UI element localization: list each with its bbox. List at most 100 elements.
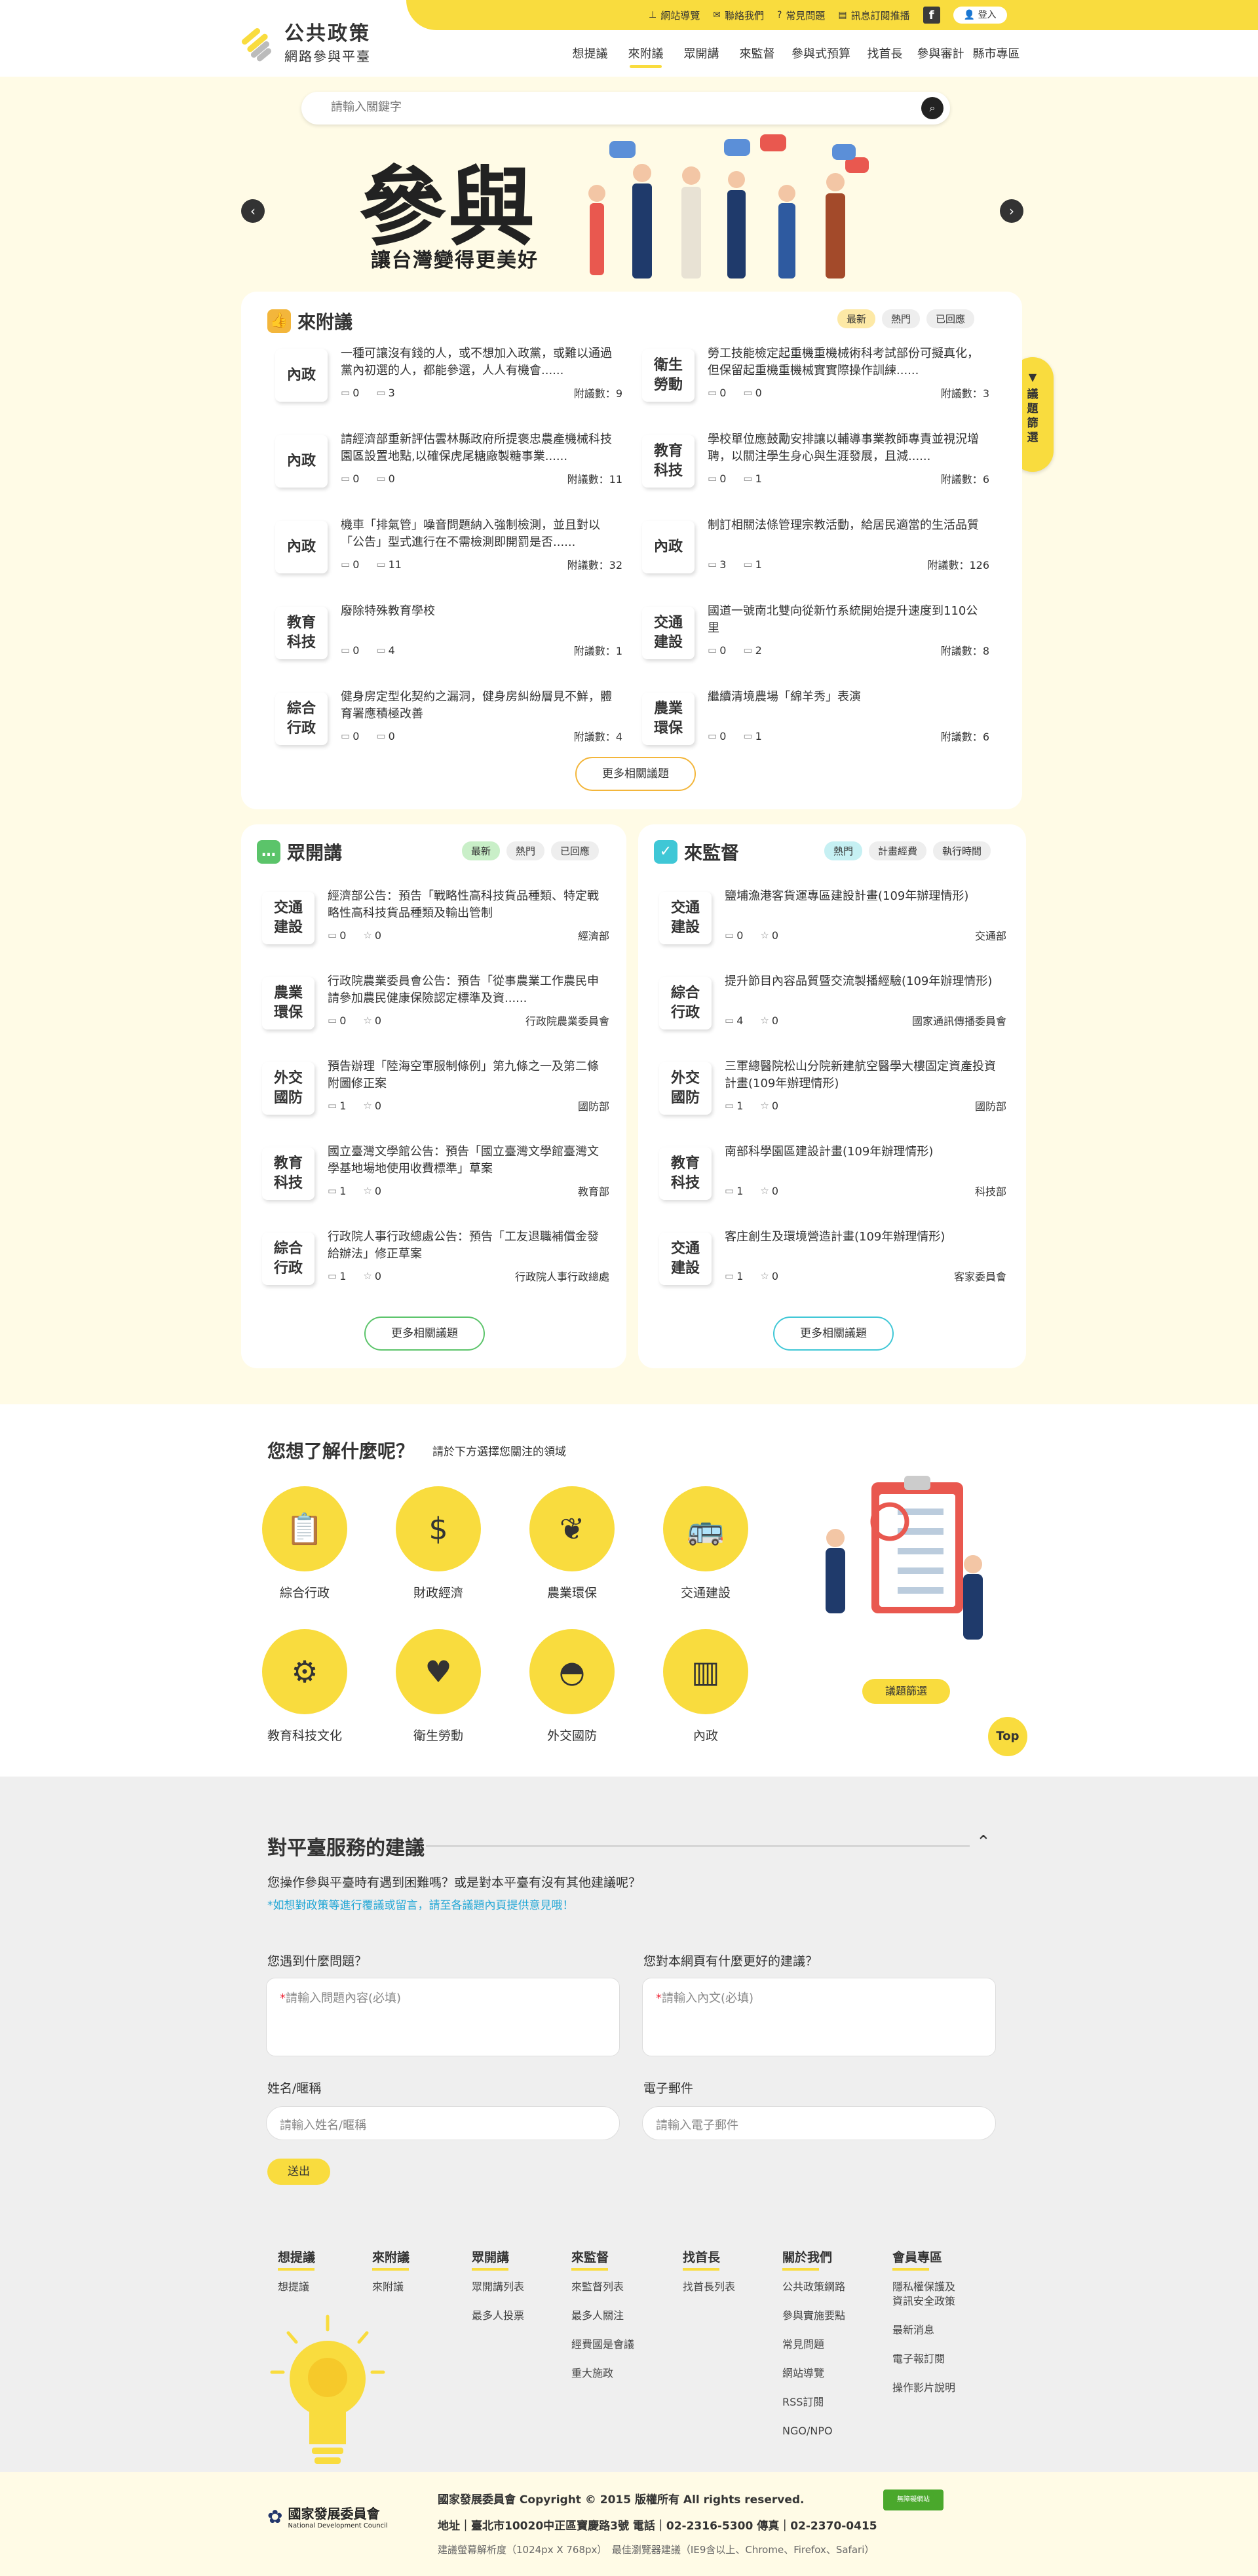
login-button[interactable]: 👤 登入 bbox=[953, 7, 1007, 24]
finance-chart-icon[interactable]: $ bbox=[396, 1486, 481, 1571]
list-item[interactable]: 衛生勞動 勞工技能檢定起重機重機械術科考試部份可擬真化，但保留起重機重機械實實際… bbox=[642, 345, 989, 411]
footer-heading[interactable]: 眾開講 bbox=[472, 2248, 563, 2271]
list-item[interactable]: 教育科技 南部科學園區建設計畫(109年辦理情形) ▭ 1 ☆ 0 科技部 bbox=[659, 1144, 1006, 1209]
topic-filter-button[interactable]: 議題篩選 bbox=[862, 1679, 950, 1704]
list-item[interactable]: 內政 機車「排氣管」噪音問題納入強制檢測，並且對以「公告」型式進行在不需檢測即開… bbox=[275, 517, 622, 583]
zhong-filter-latest[interactable]: 最新 bbox=[462, 841, 501, 860]
helmet-icon[interactable]: ◓ bbox=[529, 1629, 615, 1714]
subscribe-link[interactable]: ▤ 訊息訂閱推播 bbox=[838, 7, 909, 24]
footer-link[interactable]: 找首長列表 bbox=[683, 2280, 774, 2294]
hero-next-button[interactable]: › bbox=[1000, 199, 1023, 223]
jiandu-filter-hot[interactable]: 熱門 bbox=[824, 841, 863, 860]
item-title[interactable]: 三軍總醫院松山分院新建航空醫學大樓固定資產投資計畫(109年辦理情形) bbox=[725, 1058, 1006, 1092]
list-item[interactable]: 教育科技 學校單位應鼓勵安排讓以輔導事業教師專責並視況增聘，以關注學生身心與生涯… bbox=[642, 431, 989, 497]
item-title[interactable]: 廢除特殊教育學校 bbox=[341, 603, 622, 620]
topic-item[interactable]: $ 財政經濟 bbox=[389, 1486, 487, 1601]
item-title[interactable]: 行政院農業委員會公告：預告「從事農業工作農民申請參加農民健康保險認定標準及資..… bbox=[328, 973, 609, 1007]
list-item[interactable]: 綜合行政 行政院人事行政總處公告：預告「工友退職補償金發給辦法」修正草案 ▭ 1 … bbox=[262, 1229, 609, 1294]
search-input[interactable] bbox=[331, 100, 855, 114]
jiandu-filter-time[interactable]: 執行時間 bbox=[933, 841, 991, 860]
footer-link[interactable]: 最新消息 bbox=[892, 2323, 964, 2337]
contact-link[interactable]: ✉ 聯絡我們 bbox=[713, 7, 764, 24]
sitemap-link[interactable]: ⊥ 網站導覽 bbox=[649, 7, 700, 24]
collapse-chevron-icon[interactable]: ⌃ bbox=[976, 1832, 991, 1852]
list-item[interactable]: 教育科技 國立臺灣文學館公告：預告「國立臺灣文學館臺灣文學基地場地使用收費標準」… bbox=[262, 1144, 609, 1209]
building-icon[interactable]: ▥ bbox=[663, 1629, 748, 1714]
footer-link[interactable]: 來監督列表 bbox=[571, 2280, 663, 2294]
footer-link[interactable]: NGO/NPO bbox=[782, 2424, 874, 2438]
footer-link[interactable]: 公共政策網路 bbox=[782, 2280, 874, 2294]
list-item[interactable]: 交通建設 經濟部公告：預告「戰略性高科技貨品種類、特定戰略性高科技貨品種類及輸出… bbox=[262, 888, 609, 953]
footer-link[interactable]: 網站導覽 bbox=[782, 2366, 874, 2381]
item-title[interactable]: 制訂相關法條管理宗教活動，給居民適當的生活品質 bbox=[708, 517, 989, 534]
item-title[interactable]: 國道一號南北雙向從新竹系統開始提升速度到110公里 bbox=[708, 603, 989, 637]
footer-heading[interactable]: 找首長 bbox=[683, 2248, 774, 2271]
clipboard-icon[interactable]: 📋 bbox=[262, 1486, 347, 1571]
list-item[interactable]: 農業環保 行政院農業委員會公告：預告「從事農業工作農民申請參加農民健康保險認定標… bbox=[262, 973, 609, 1039]
item-title[interactable]: 鹽埔漁港客貨運專區建設計畫(109年辦理情形) bbox=[725, 888, 1006, 905]
zhong-filter-hot[interactable]: 熱門 bbox=[506, 841, 545, 860]
submit-button[interactable]: 送出 bbox=[267, 2159, 330, 2185]
footer-heading[interactable]: 來附議 bbox=[372, 2248, 464, 2271]
nav-second[interactable]: 來附議 bbox=[618, 45, 674, 68]
hero-prev-button[interactable]: ‹ bbox=[241, 199, 265, 223]
list-item[interactable]: 交通建設 客庄創生及環境營造計畫(109年辦理情形) ▭ 1 ☆ 0 客家委員會 bbox=[659, 1229, 1006, 1294]
item-title[interactable]: 國立臺灣文學館公告：預告「國立臺灣文學館臺灣文學基地場地使用收費標準」草案 bbox=[328, 1144, 609, 1178]
nav-discuss[interactable]: 眾開講 bbox=[674, 45, 729, 68]
list-item[interactable]: 內政 請經濟部重新評估雲林縣政府所提褒忠農產機械科技園區設置地點,以確保虎尾糖廠… bbox=[275, 431, 622, 497]
list-item[interactable]: 外交國防 預告辦理「陸海空軍服制條例」第九條之一及第二條附圖修正案 ▭ 1 ☆ 0 … bbox=[262, 1058, 609, 1124]
footer-link[interactable]: 最多人投票 bbox=[472, 2309, 563, 2323]
list-item[interactable]: 交通建設 鹽埔漁港客貨運專區建設計畫(109年辦理情形) ▭ 0 ☆ 0 交通部 bbox=[659, 888, 1006, 953]
item-title[interactable]: 預告辦理「陸海空軍服制條例」第九條之一及第二條附圖修正案 bbox=[328, 1058, 609, 1092]
nav-monitor[interactable]: 來監督 bbox=[729, 45, 785, 68]
footer-link[interactable]: 參與實施要點 bbox=[782, 2309, 874, 2323]
item-title[interactable]: 學校單位應鼓勵安排讓以輔導事業教師專責並視況增聘，以關注學生身心與生涯發展，且減… bbox=[708, 431, 989, 465]
suggestion-textarea[interactable]: *請輸入內文(必填) bbox=[642, 1978, 996, 2056]
footer-heading[interactable]: 來監督 bbox=[571, 2248, 663, 2271]
topic-item[interactable]: ⚙ 教育科技文化 bbox=[256, 1629, 354, 1744]
nav-propose[interactable]: 想提議 bbox=[562, 45, 618, 68]
fuyi-filter-latest[interactable]: 最新 bbox=[837, 309, 876, 328]
footer-link[interactable]: RSS訂閱 bbox=[782, 2395, 874, 2410]
site-logo[interactable]: 公共政策 網路參與平臺 bbox=[238, 17, 371, 65]
item-title[interactable]: 勞工技能檢定起重機重機械術科考試部份可擬真化，但保留起重機重機械實實際操作訓練.… bbox=[708, 345, 989, 379]
list-item[interactable]: 綜合行政 提升節目內容品質暨交流製播經驗(109年辦理情形) ▭ 4 ☆ 0 國家通… bbox=[659, 973, 1006, 1039]
faq-link[interactable]: ? 常見問題 bbox=[777, 7, 825, 24]
zhong-filter-replied[interactable]: 已回應 bbox=[551, 841, 600, 860]
topic-item[interactable]: ◓ 外交國防 bbox=[523, 1629, 621, 1744]
nav-county[interactable]: 縣市專區 bbox=[968, 45, 1024, 68]
list-item[interactable]: 外交國防 三軍總醫院松山分院新建航空醫學大樓固定資產投資計畫(109年辦理情形)… bbox=[659, 1058, 1006, 1124]
topic-item[interactable]: 🚌 交通建設 bbox=[657, 1486, 755, 1601]
topic-item[interactable]: ❦ 農業環保 bbox=[523, 1486, 621, 1601]
item-title[interactable]: 請經濟部重新評估雲林縣政府所提褒忠農產機械科技園區設置地點,以確保虎尾糖廠製糖事… bbox=[341, 431, 622, 465]
item-title[interactable]: 機車「排氣管」噪音問題納入強制檢測，並且對以「公告」型式進行在不需檢測即開罰是否… bbox=[341, 517, 622, 551]
footer-link[interactable]: 想提議 bbox=[278, 2280, 370, 2294]
topic-item[interactable]: ▥ 內政 bbox=[657, 1629, 755, 1744]
name-input[interactable]: 請輸入姓名/暱稱 bbox=[266, 2106, 620, 2140]
fuyi-filter-hot[interactable]: 熱門 bbox=[882, 309, 921, 328]
accessibility-badge[interactable]: 無障礙網站 bbox=[883, 2489, 943, 2510]
email-input[interactable]: 請輸入電子郵件 bbox=[642, 2106, 996, 2140]
zhong-more-button[interactable]: 更多相關議題 bbox=[364, 1317, 485, 1351]
footer-link[interactable]: 來附議 bbox=[372, 2280, 464, 2294]
footer-link[interactable]: 重大施政 bbox=[571, 2366, 663, 2381]
footer-link[interactable]: 操作影片說明 bbox=[892, 2381, 964, 2395]
footer-link[interactable]: 最多人關注 bbox=[571, 2309, 663, 2323]
footer-link[interactable]: 經費國是會議 bbox=[571, 2337, 663, 2352]
jiandu-more-button[interactable]: 更多相關議題 bbox=[773, 1317, 894, 1351]
list-item[interactable]: 內政 一種可讓沒有錢的人，或不想加入政黨，或難以通過黨內初選的人，都能參選，人人… bbox=[275, 345, 622, 411]
nav-audit[interactable]: 參與審計 bbox=[913, 45, 968, 68]
list-item[interactable]: 教育科技 廢除特殊教育學校 ▭ 0 ▭ 4 附議數：1 bbox=[275, 603, 622, 668]
item-title[interactable]: 提升節目內容品質暨交流製播經驗(109年辦理情形) bbox=[725, 973, 1006, 990]
footer-link[interactable]: 常見問題 bbox=[782, 2337, 874, 2352]
item-title[interactable]: 客庄創生及環境營造計畫(109年辦理情形) bbox=[725, 1229, 1006, 1246]
footer-link[interactable]: 電子報訂閱 bbox=[892, 2352, 964, 2366]
fuyi-filter-replied[interactable]: 已回應 bbox=[926, 309, 975, 328]
bus-icon[interactable]: 🚌 bbox=[663, 1486, 748, 1571]
footer-link[interactable]: 眾開講列表 bbox=[472, 2280, 563, 2294]
list-item[interactable]: 內政 制訂相關法條管理宗教活動，給居民適當的生活品質 ▭ 3 ▭ 1 附議數：126 bbox=[642, 517, 989, 583]
topic-item[interactable]: ♥ 衛生勞動 bbox=[389, 1629, 487, 1744]
nav-budget[interactable]: 參與式預算 bbox=[785, 45, 857, 68]
footer-heading[interactable]: 會員專區 bbox=[892, 2248, 964, 2271]
fuyi-more-button[interactable]: 更多相關議題 bbox=[575, 757, 696, 791]
